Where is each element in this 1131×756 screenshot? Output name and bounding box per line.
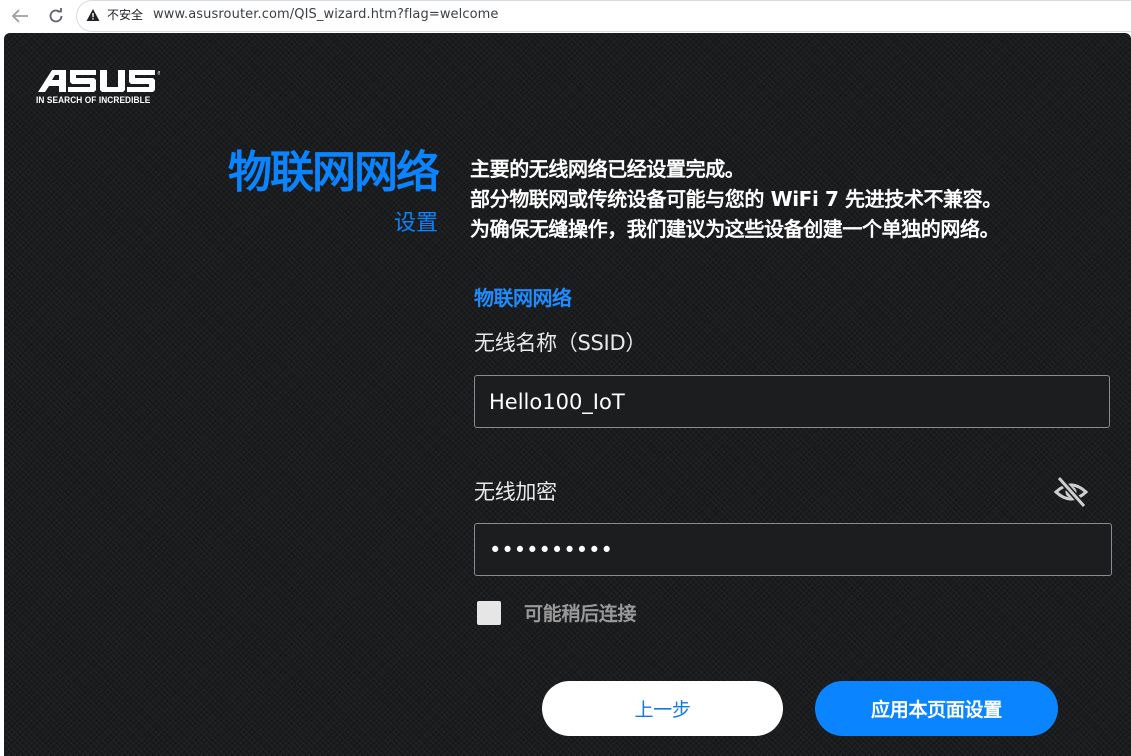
security-status-label[interactable]: 不安全 (107, 7, 143, 23)
intro-text: 主要的无线网络已经设置完成。 部分物联网或传统设备可能与您的 WiFi 7 先进… (470, 154, 1120, 244)
ssid-input[interactable]: Hello100_IoT (474, 375, 1110, 428)
browser-address-bar: 不安全 www.asusrouter.com/QIS_wizard.htm?fl… (0, 0, 1131, 33)
reload-button[interactable] (44, 5, 68, 27)
eye-slash-icon[interactable] (1053, 475, 1089, 509)
password-label: 无线加密 (474, 480, 557, 504)
connect-later-checkbox[interactable] (477, 601, 501, 625)
previous-step-button[interactable]: 上一步 (542, 681, 783, 736)
apply-settings-label: 应用本页面设置 (871, 699, 1002, 721)
previous-step-label: 上一步 (634, 699, 691, 721)
svg-text:®: ® (157, 70, 160, 77)
password-input[interactable]: •••••••••• (474, 523, 1112, 576)
connect-later-label[interactable]: 可能稍后连接 (524, 600, 637, 628)
reload-icon (49, 8, 63, 23)
page-title: 物联网网络 (228, 147, 440, 198)
intro-line: 为确保无缝操作，我们建议为这些设备创建一个单独的网络。 (470, 217, 1000, 241)
iot-section-title: 物联网网络 (474, 286, 572, 310)
intro-line: 部分物联网或传统设备可能与您的 WiFi 7 先进技术不兼容。 (470, 187, 1002, 211)
apply-settings-button[interactable]: 应用本页面设置 (815, 681, 1058, 736)
back-button[interactable] (8, 5, 32, 27)
arrow-left-icon (11, 9, 28, 23)
intro-line: 主要的无线网络已经设置完成。 (470, 157, 745, 181)
brand-tagline: IN SEARCH OF INCREDIBLE (36, 95, 151, 105)
url-text[interactable]: www.asusrouter.com/QIS_wizard.htm?flag=w… (153, 7, 499, 23)
ssid-label: 无线名称（SSID） (474, 331, 647, 355)
warning-triangle-icon (86, 9, 100, 21)
omnibox[interactable]: 不安全 www.asusrouter.com/QIS_wizard.htm?fl… (76, 0, 1131, 32)
page-subtitle: 设置 (393, 211, 438, 236)
